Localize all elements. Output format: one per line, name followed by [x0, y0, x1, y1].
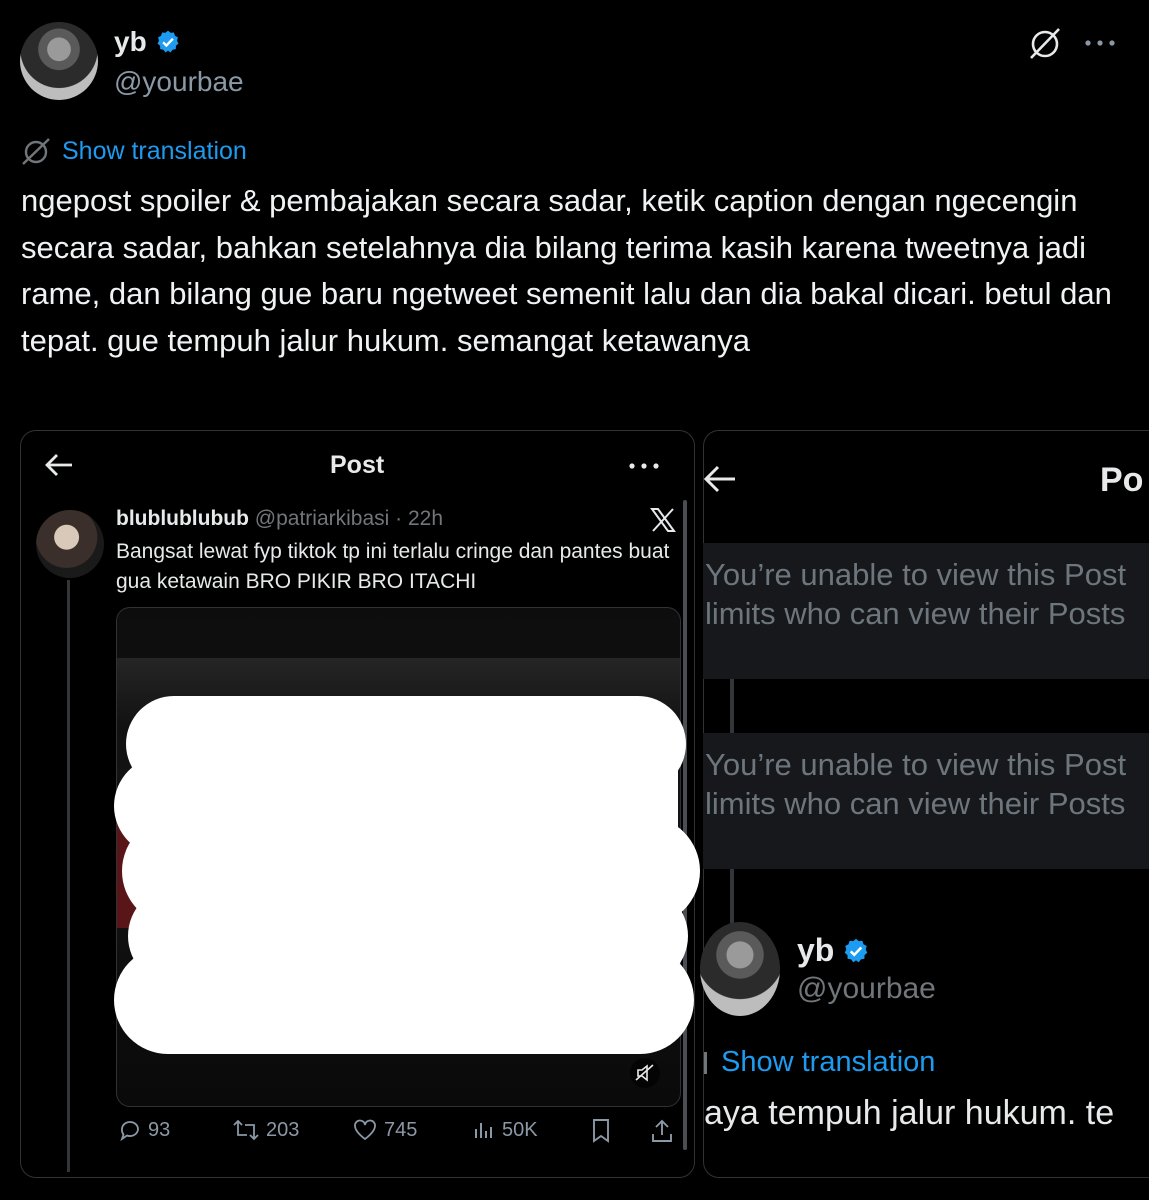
reply-icon	[118, 1118, 142, 1142]
quoted-author-avatar[interactable]	[36, 510, 104, 578]
reply-author-name[interactable]: yb	[797, 932, 834, 969]
bookmark-icon[interactable]	[590, 1118, 612, 1144]
quoted-post-text: Bangsat lewat fyp tiktok tp ini terlalu …	[116, 540, 670, 593]
grok-icon[interactable]	[1028, 26, 1062, 60]
post-more-icon[interactable]	[628, 461, 660, 471]
x-logo-icon	[650, 507, 676, 533]
author-avatar[interactable]	[20, 22, 98, 100]
thread-line	[67, 580, 70, 1172]
reply-author-handle[interactable]: @yourbae	[797, 972, 936, 1006]
right-back-arrow-icon[interactable]	[703, 464, 737, 494]
unavailable-notice-2: You’re unable to view this Post limits w…	[703, 733, 1149, 869]
tweet-text: ngepost spoiler & pembajakan secara sada…	[21, 183, 1112, 358]
heart-icon	[352, 1118, 378, 1142]
share-icon[interactable]	[650, 1118, 674, 1144]
right-thread-line-1	[730, 679, 734, 733]
quoted-author-handle[interactable]: @patriarkibasi · 22h	[255, 507, 443, 530]
reply-verified-badge-icon	[842, 937, 870, 965]
back-arrow-icon[interactable]	[44, 452, 74, 478]
views-stat[interactable]: 50K	[472, 1118, 538, 1142]
show-translation-label[interactable]: Show translation	[62, 137, 247, 166]
right-thread-line-2	[730, 869, 734, 925]
more-options-icon[interactable]	[1084, 38, 1116, 48]
like-count: 745	[384, 1118, 418, 1141]
reply-author-name-row[interactable]: yb	[797, 932, 870, 969]
repost-count: 203	[266, 1118, 300, 1141]
like-stat[interactable]: 745	[352, 1118, 417, 1142]
author-name-row[interactable]: yb	[114, 26, 181, 58]
reply-text: aya tempuh jalur hukum. te	[704, 1094, 1115, 1132]
redaction-scribble	[108, 690, 700, 1058]
post-title: Post	[330, 451, 385, 479]
show-translation[interactable]: Show translation	[20, 136, 247, 166]
unavailable-notice-1: You’re unable to view this Post limits w…	[703, 543, 1149, 679]
grok-translate-icon	[20, 136, 52, 166]
reply-count: 93	[148, 1118, 171, 1141]
right-post-title: Po	[1100, 461, 1144, 499]
author-name[interactable]: yb	[114, 26, 147, 58]
views-count: 50K	[502, 1118, 538, 1141]
reply-translate-marker-icon	[704, 1052, 707, 1074]
repost-stat[interactable]: 203	[232, 1118, 299, 1142]
views-icon	[472, 1118, 496, 1142]
repost-icon	[232, 1118, 260, 1142]
reply-show-translation[interactable]: Show translation	[721, 1046, 935, 1079]
mute-icon[interactable]	[630, 1058, 660, 1088]
author-handle[interactable]: @yourbae	[114, 66, 244, 98]
quoted-author-name[interactable]: blublublubub	[116, 507, 249, 530]
reply-author-avatar[interactable]	[700, 922, 780, 1016]
reply-stat[interactable]: 93	[118, 1118, 170, 1142]
verified-badge-icon	[155, 29, 181, 55]
quoted-author-row[interactable]: blublublubub @patriarkibasi · 22h	[116, 507, 443, 531]
